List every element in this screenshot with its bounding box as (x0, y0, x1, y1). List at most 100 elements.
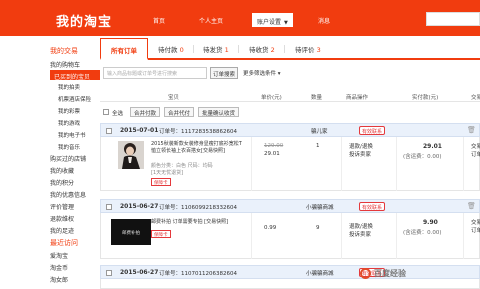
sidebar-item-lottery[interactable]: 我的彩票 (58, 107, 80, 115)
tab-pending-payment[interactable]: 待付款 0 (158, 44, 184, 54)
nav-account-settings[interactable]: 账户设置 ▼ (252, 13, 293, 27)
status-text: 交易已付款 (471, 220, 480, 226)
order-status: 交易已付款 订单详情 (471, 143, 480, 159)
product-title[interactable]: 邮费补拍 订单需要专拍 [交易快照] (151, 219, 245, 226)
col-status: 交易状态 (471, 95, 480, 101)
nav-account-settings-label: 账户设置 (257, 19, 282, 26)
order-date: 2015-06-27 (120, 203, 159, 210)
sidebar-item-aitaobao[interactable]: 爱淘宝 (50, 251, 68, 260)
order-checkbox[interactable] (106, 270, 112, 276)
sidebar-item-footprints[interactable]: 我的足迹 (50, 226, 74, 235)
merge-pay-button[interactable]: 合并付款 (130, 107, 161, 117)
chevron-down-icon: ▾ (277, 71, 281, 77)
order-body: 2015秋装新款女装修身显瘦打底衫宽松T恤立领长袖上衣百搭女[交易快照] 颜色分… (100, 137, 480, 191)
taobao-page: 我的淘宝 首页 个人主页 账户设置 ▼ 消息 我的交易 我的购物车 已买到的宝贝 … (0, 0, 480, 289)
sidebar-item-cart[interactable]: 我的购物车 (50, 60, 80, 69)
order-search-input[interactable]: 输入商品标题或订单号进行搜索 (103, 67, 207, 79)
freight-note: (含运费：0.00) (403, 154, 442, 160)
sidebar-item-points[interactable]: 我的积分 (50, 178, 74, 187)
sidebar-item-coins[interactable]: 淘金币 (50, 263, 68, 272)
paid-total: 29.01 (423, 143, 442, 150)
tab-pending-receipt[interactable]: 待收货 2 (249, 44, 275, 54)
shop-name[interactable]: 小骗骗商城 (306, 203, 334, 211)
tab-divider (193, 45, 194, 53)
trash-icon[interactable]: 🗑 (467, 126, 476, 134)
batch-confirm-button[interactable]: 批量确认收货 (198, 107, 240, 117)
sidebar-item-coupons[interactable]: 我的优惠信息 (50, 190, 86, 199)
paid-total: 9.90 (423, 219, 438, 226)
order-header: 2015-07-01 订单号：1117283538862604 骗儿家 有效联系… (100, 123, 480, 137)
shop-name[interactable]: 骗儿家 (311, 127, 328, 135)
complain-link[interactable]: 投诉卖家 (349, 231, 373, 239)
contact-badge[interactable]: 有效联系 (359, 126, 386, 135)
sidebar-item-models[interactable]: 淘女郎 (50, 275, 68, 284)
divider (341, 213, 342, 259)
tab-label: 待发货 (203, 46, 223, 54)
merge-proxy-pay-button[interactable]: 合并代付 (164, 107, 195, 117)
complain-link[interactable]: 投诉卖家 (349, 151, 373, 159)
original-price: 129.00 (264, 143, 284, 149)
nav-profile[interactable]: 个人主页 (199, 16, 223, 25)
refund-link[interactable]: 退款/退换 (349, 143, 373, 151)
tab-count: 0 (179, 46, 184, 54)
col-actions: 商品操作 (346, 95, 369, 101)
sidebar: 我的交易 我的购物车 已买到的宝贝 我的拍卖 机票酒店保险 我的彩票 我的游戏 … (50, 40, 100, 289)
select-all-label: 全选 (112, 111, 124, 117)
thumbnail-text: 邮费补拍 (122, 231, 140, 236)
product-thumbnail[interactable]: 邮费补拍 (111, 219, 151, 245)
order-body: 邮费补拍 邮费补拍 订单需要专拍 [交易快照] 保障卡 0.99 9 退款/退换… (100, 213, 480, 259)
order-details-link[interactable]: 订单详情 (471, 151, 480, 159)
order-details-link[interactable]: 订单详情 (471, 227, 480, 235)
my-taobao-logo[interactable]: 我的淘宝 (56, 11, 112, 30)
order-tabs: 所有订单 待付款 0 待发货 1 待收货 2 待评价 3 (100, 38, 480, 60)
watermark-text: 百度经验 (374, 269, 406, 278)
sidebar-item-games[interactable]: 我的游戏 (58, 119, 80, 127)
refund-link[interactable]: 退款/退换 (349, 223, 373, 231)
order-number: 订单号：1107011206382604 (159, 271, 237, 277)
baidu-jingyan-watermark: 百度经验 (360, 268, 480, 289)
sidebar-item-favorites[interactable]: 我的收藏 (50, 166, 74, 175)
tab-count: 3 (316, 46, 321, 54)
order-search-button[interactable]: 订单搜索 (210, 67, 238, 79)
tab-pending-review[interactable]: 待评价 3 (295, 44, 321, 54)
unit-price: 29.01 (264, 151, 280, 157)
column-header-row: 宝贝 单价(元) 数量 商品操作 实付款(元) 交易状态 (100, 90, 480, 102)
sidebar-item-bought[interactable]: 已买到的宝贝 (50, 70, 100, 81)
divider (396, 137, 397, 191)
product-title[interactable]: 2015秋装新款女装修身显瘦打底衫宽松T恤立领长袖上衣百搭女[交易快照] (151, 141, 245, 155)
trash-icon[interactable]: 🗑 (467, 202, 476, 210)
sidebar-item-auction[interactable]: 我的拍卖 (58, 83, 80, 91)
tab-pending-shipment[interactable]: 待发货 1 (203, 44, 229, 54)
order-checkbox[interactable] (106, 128, 112, 134)
sidebar-item-shops[interactable]: 购买过的店铺 (50, 154, 86, 163)
tab-all-orders[interactable]: 所有订单 (100, 38, 148, 60)
sidebar-item-music[interactable]: 我的音乐 (58, 143, 80, 151)
sidebar-item-travel[interactable]: 机票酒店保险 (58, 95, 91, 103)
divider (251, 213, 252, 259)
contact-badge[interactable]: 有效联系 (359, 202, 386, 211)
nav-home[interactable]: 首页 (153, 16, 165, 25)
product-thumbnail[interactable] (118, 141, 144, 169)
order-number: 订单号：1117283538862604 (159, 129, 237, 135)
tab-divider (238, 45, 239, 53)
chevron-down-icon: ▼ (284, 20, 288, 26)
product-service: [1天无忧退货] (151, 170, 184, 176)
tab-count: 2 (270, 46, 275, 54)
item-actions: 退款/退换 投诉卖家 (349, 143, 373, 159)
order-number: 订单号：1106099218332604 (159, 205, 237, 211)
product-attributes: 颜色分类：白色 尺码：均码 (151, 163, 213, 169)
guarantee-badge: 保障卡 (151, 230, 171, 238)
select-all-checkbox[interactable] (103, 109, 109, 115)
more-filters-label: 更多筛选条件 (243, 71, 277, 77)
unit-price: 0.99 (264, 225, 277, 231)
header-search-input[interactable] (426, 12, 480, 26)
sidebar-heading-recent: 最近访问 (50, 239, 78, 247)
sidebar-item-reviews[interactable]: 评价管理 (50, 202, 74, 211)
nav-messages[interactable]: 消息 (318, 16, 330, 25)
more-filters-link[interactable]: 更多筛选条件 ▾ (243, 69, 281, 77)
shop-name[interactable]: 小骗骗商城 (306, 269, 334, 277)
order-checkbox[interactable] (106, 204, 112, 210)
tab-divider (284, 45, 285, 53)
sidebar-item-refunds[interactable]: 退款维权 (50, 214, 74, 223)
sidebar-item-ebook[interactable]: 我的电子书 (58, 131, 86, 139)
